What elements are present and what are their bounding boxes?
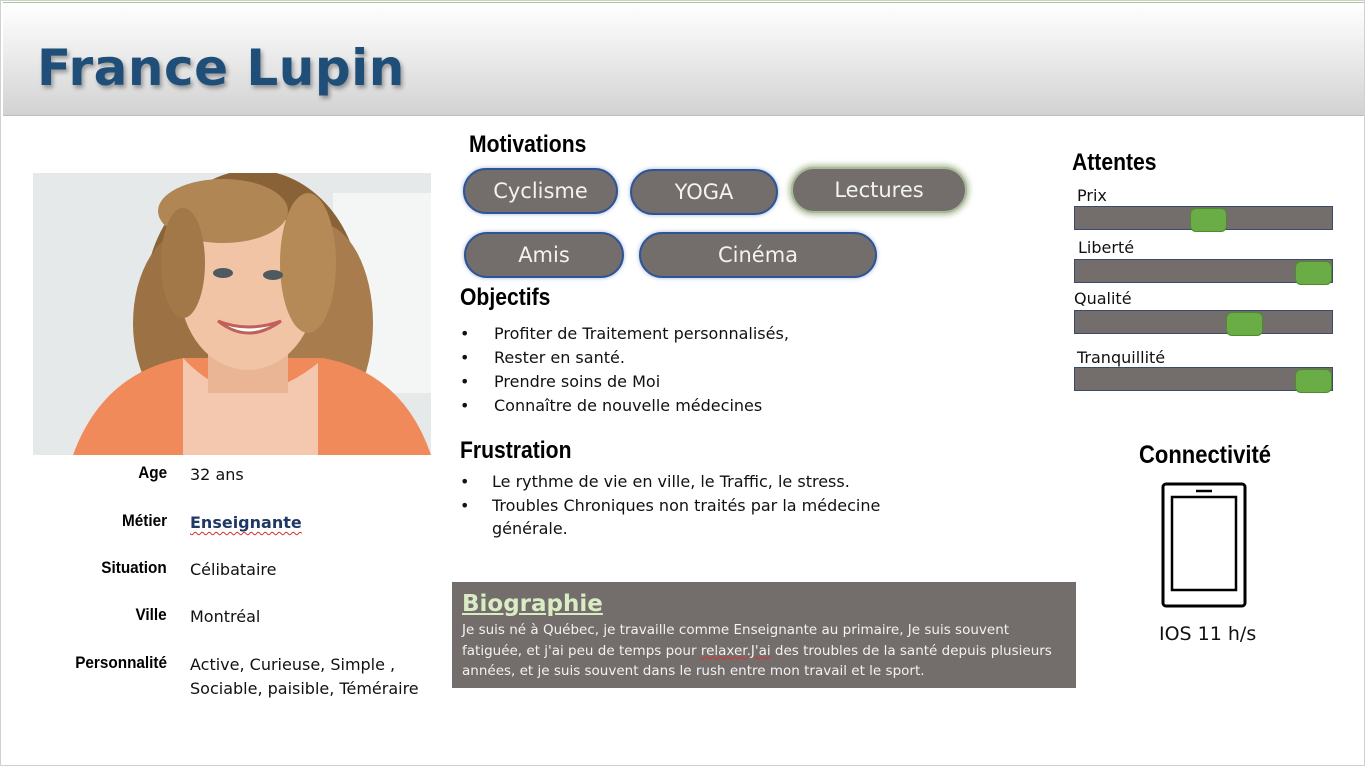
attente-slider-thumb-qualite[interactable]: [1226, 312, 1263, 336]
attentes-heading: Attentes: [1072, 149, 1157, 176]
smartphone-icon: [1161, 482, 1247, 608]
attente-slider-thumb-prix[interactable]: [1190, 208, 1227, 232]
objectifs-heading: Objectifs: [460, 284, 551, 311]
connectivite-usage: IOS 11 h/s: [1159, 623, 1257, 645]
attente-label-tranquillite: Tranquillité: [1077, 348, 1166, 367]
situation-value: Célibataire: [190, 560, 277, 579]
age-value: 32 ans: [190, 465, 244, 484]
metier-label: Métier: [121, 511, 167, 530]
frustration-list: Le rythme de vie en ville, le Traffic, l…: [460, 470, 880, 518]
biography-line-2c: des troubles de la santé depuis plusieur…: [770, 642, 1052, 659]
motivation-pill-cinema[interactable]: Cinéma: [639, 232, 877, 278]
motivation-pill-cyclisme[interactable]: Cyclisme: [463, 168, 618, 214]
persona-name: France Lupin: [37, 39, 405, 97]
biography-line-2a: fatiguée, et j'ai peu de temps pour: [462, 642, 701, 659]
personnalite-value-line1: Active, Curieuse, Simple ,: [190, 655, 396, 674]
ville-label: Ville: [135, 605, 167, 624]
attente-slider-tranquillite: [1074, 367, 1333, 393]
biography-line-2: fatiguée, et j'ai peu de temps pour rela…: [462, 641, 1066, 662]
objectifs-list: Profiter de Traitement personnalisés, Re…: [460, 322, 789, 418]
attente-label-prix: Prix: [1077, 186, 1107, 205]
biography-title: Biographie: [462, 591, 603, 617]
motivation-pill-lectures[interactable]: Lectures: [791, 167, 967, 213]
age-label: Age: [138, 463, 167, 482]
persona-slide: France Lupin Age 32 ans Métier Enseignan…: [0, 0, 1365, 766]
motivation-pill-amis[interactable]: Amis: [464, 232, 624, 278]
list-item: Connaître de nouvelle médecines: [460, 394, 789, 418]
personnalite-value-line2: Sociable, paisible, Téméraire: [190, 679, 419, 698]
frustration-continuation: générale.: [492, 519, 568, 538]
attente-slider-prix: [1074, 206, 1333, 232]
attente-label-qualite: Qualité: [1074, 289, 1132, 308]
list-item: Rester en santé.: [460, 346, 789, 370]
motivations-heading: Motivations: [469, 131, 587, 158]
biography-text: Je suis né à Québec, je travaille comme …: [462, 620, 1066, 682]
list-item: Le rythme de vie en ville, le Traffic, l…: [460, 470, 880, 494]
frustration-heading: Frustration: [460, 437, 572, 464]
persona-photo: [33, 173, 431, 455]
list-item: Prendre soins de Moi: [460, 370, 789, 394]
personnalite-label: Personnalité: [75, 653, 167, 672]
biography-box: Biographie Je suis né à Québec, je trava…: [452, 582, 1076, 688]
connectivite-heading: Connectivité: [1139, 441, 1272, 469]
biography-line-1: Je suis né à Québec, je travaille comme …: [462, 622, 1010, 638]
attente-slider-thumb-tranquillite[interactable]: [1295, 369, 1332, 393]
biography-line-2b: relaxer.J'ai: [700, 642, 771, 659]
metier-value: Enseignante: [190, 513, 302, 532]
list-item: Troubles Chroniques non traités par la m…: [460, 494, 880, 518]
attente-slider-qualite: [1074, 310, 1333, 336]
attente-label-liberte: Liberté: [1078, 238, 1135, 257]
situation-label: Situation: [101, 558, 167, 577]
ville-value: Montréal: [190, 607, 261, 626]
biography-line-3: années, et je suis souvent dans le rush …: [462, 663, 925, 679]
motivation-pill-yoga[interactable]: YOGA: [630, 169, 778, 215]
attente-slider-liberte: [1074, 259, 1333, 285]
attente-slider-thumb-liberte[interactable]: [1295, 261, 1332, 285]
list-item: Profiter de Traitement personnalisés,: [460, 322, 789, 346]
